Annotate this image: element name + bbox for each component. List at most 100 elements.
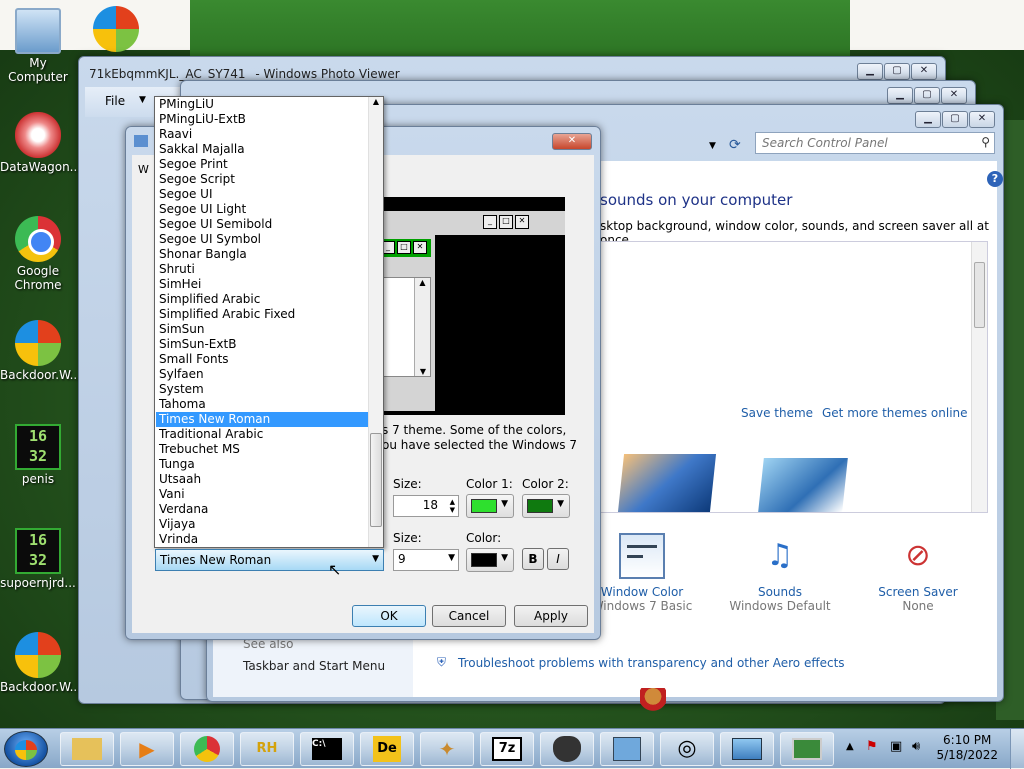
font-list-item[interactable]: Raavi — [156, 127, 368, 142]
font-list-item[interactable]: Utsaah — [156, 472, 368, 487]
taskbar-media-player[interactable]: ▶ — [120, 732, 174, 766]
font-list-item[interactable]: System — [156, 382, 368, 397]
font-list-item[interactable]: Simplified Arabic Fixed — [156, 307, 368, 322]
screen-saver-item[interactable]: ⊘ Screen Saver None — [863, 533, 973, 613]
desktop-icon-my-computer[interactable]: My Computer — [0, 8, 76, 84]
save-theme-link[interactable]: Save theme — [741, 406, 813, 420]
desktop-icon-supoernjrd[interactable]: 16 32 supoernjrd... — [0, 528, 76, 590]
font-list-item[interactable]: Small Fonts — [156, 352, 368, 367]
close-button[interactable]: ✕ — [911, 63, 937, 80]
taskbar-control-panel[interactable] — [600, 732, 654, 766]
taskbar-7zip[interactable]: 7z — [480, 732, 534, 766]
action-center-icon[interactable]: ⚑ — [866, 739, 878, 754]
apply-button[interactable]: Apply — [514, 605, 588, 627]
system-clock[interactable]: 6:10 PM 5/18/2022 — [936, 733, 998, 763]
desktop-icon-datawagon[interactable]: DataWagon... — [0, 112, 81, 174]
bold-button[interactable]: B — [522, 548, 544, 570]
taskbar-chrome[interactable] — [180, 732, 234, 766]
font-list-item[interactable]: Segoe UI Symbol — [156, 232, 368, 247]
taskbar-globe[interactable]: ◎ — [660, 732, 714, 766]
show-desktop-button[interactable] — [1010, 729, 1024, 769]
font-list-item[interactable]: Segoe UI — [156, 187, 368, 202]
font-list-item[interactable]: Vijaya — [156, 517, 368, 532]
font-color-picker[interactable]: ▼ — [466, 548, 514, 572]
themes-scrollbar[interactable] — [971, 242, 987, 512]
font-list-item[interactable]: PMingLiU-ExtB — [156, 112, 368, 127]
font-list-item[interactable]: SimSun-ExtB — [156, 337, 368, 352]
close-button[interactable]: ✕ — [969, 111, 995, 128]
ok-button[interactable]: OK — [352, 605, 426, 627]
cancel-button[interactable]: Cancel — [432, 605, 506, 627]
font-list-item[interactable]: Sakkal Majalla — [156, 142, 368, 157]
dialog-close-button[interactable]: ✕ — [552, 133, 592, 150]
maximize-button[interactable]: ▢ — [884, 63, 910, 80]
spinner-arrows-icon[interactable]: ▲ ▼ — [450, 498, 455, 514]
scrollbar-thumb[interactable] — [974, 262, 985, 328]
minimize-button[interactable]: ▁ — [857, 63, 883, 80]
font-select[interactable]: Times New Roman ▼ — [155, 549, 384, 571]
window-color-item[interactable]: Window Color Windows 7 Basic — [587, 533, 697, 613]
font-list-item[interactable]: Shonar Bangla — [156, 247, 368, 262]
theme-thumbnail[interactable] — [758, 458, 848, 512]
maximize-button[interactable]: ▢ — [914, 87, 940, 104]
taskbar-puzzle[interactable]: ✦ — [420, 732, 474, 766]
scroll-up-icon[interactable]: ▲ — [369, 97, 383, 106]
font-list-item[interactable]: Shruti — [156, 262, 368, 277]
font-list-item[interactable]: SimHei — [156, 277, 368, 292]
font-list-item[interactable]: Segoe UI Light — [156, 202, 368, 217]
font-list-item[interactable]: Trebuchet MS — [156, 442, 368, 457]
desktop-icon-penis[interactable]: 16 32 penis — [0, 424, 76, 486]
file-menu[interactable]: File — [105, 94, 125, 108]
show-hidden-icons[interactable]: ▲ — [846, 741, 854, 752]
minimize-button[interactable]: ▁ — [887, 87, 913, 104]
scrollbar-thumb[interactable] — [370, 433, 382, 527]
taskbar-rh[interactable]: RH — [240, 732, 294, 766]
font-list-item[interactable]: Vrinda — [156, 532, 368, 547]
italic-button[interactable]: I — [547, 548, 569, 570]
network-icon[interactable]: ▣ — [890, 739, 902, 754]
refresh-icon[interactable]: ⟳ — [729, 137, 741, 153]
item-size-spinner[interactable]: 18 ▲ ▼ — [393, 495, 459, 517]
font-list-item[interactable]: Segoe Print — [156, 157, 368, 172]
desktop-icon-chrome[interactable]: Google Chrome — [0, 216, 76, 292]
theme-thumbnail[interactable] — [617, 454, 717, 512]
desktop-icon-backdoor-2[interactable]: Backdoor.W... — [0, 632, 81, 694]
get-more-themes-link[interactable]: Get more themes online — [822, 406, 968, 420]
close-button[interactable]: ✕ — [941, 87, 967, 104]
taskbar-de[interactable]: De — [360, 732, 414, 766]
troubleshoot-link[interactable]: Troubleshoot problems with transparency … — [458, 656, 845, 670]
volume-icon[interactable]: 🔊︎ — [912, 739, 920, 754]
font-list-item[interactable]: Traditional Arabic — [156, 427, 368, 442]
font-list-item[interactable]: Times New Roman — [156, 412, 368, 427]
maximize-button[interactable]: ▢ — [942, 111, 968, 128]
font-list-item[interactable]: Verdana — [156, 502, 368, 517]
desktop-icon-backdoor-1[interactable]: Backdoor.W... — [0, 320, 81, 382]
font-list-item[interactable]: Segoe UI Semibold — [156, 217, 368, 232]
font-list-item[interactable]: Sylfaen — [156, 367, 368, 382]
color1-picker[interactable]: ▼ — [466, 494, 514, 518]
font-list-item[interactable]: Segoe Script — [156, 172, 368, 187]
taskbar-display[interactable] — [780, 732, 834, 766]
taskbar-wolf[interactable] — [540, 732, 594, 766]
sounds-item[interactable]: ♫ Sounds Windows Default — [725, 533, 835, 613]
font-list-item[interactable]: Tunga — [156, 457, 368, 472]
font-size-select[interactable]: 9 ▼ — [393, 549, 459, 571]
desktop-icon-windows[interactable] — [78, 6, 154, 54]
font-dropdown-list[interactable]: PMingLiU PMingLiU-ExtB Raavi Sakkal Majalla… — [154, 96, 384, 548]
themes-list[interactable]: Save theme Get more themes online — [600, 241, 988, 513]
start-button[interactable] — [4, 731, 48, 767]
taskbar-file-explorer[interactable] — [60, 732, 114, 766]
search-input[interactable]: Search Control Panel ⚲ — [755, 132, 995, 154]
font-list-item[interactable]: SimSun — [156, 322, 368, 337]
minimize-button[interactable]: ▁ — [915, 111, 941, 128]
taskbar-start-menu-link[interactable]: Taskbar and Start Menu — [243, 659, 385, 673]
help-icon[interactable]: ? — [987, 171, 1003, 187]
color2-picker[interactable]: ▼ — [522, 494, 570, 518]
font-list-item[interactable]: PMingLiU — [156, 97, 368, 112]
desktop-pet-icon[interactable] — [640, 688, 666, 716]
taskbar-photo-viewer[interactable] — [720, 732, 774, 766]
font-list[interactable]: PMingLiU PMingLiU-ExtB Raavi Sakkal Majalla… — [156, 97, 368, 547]
font-list-item[interactable]: Simplified Arabic — [156, 292, 368, 307]
font-list-item[interactable]: Tahoma — [156, 397, 368, 412]
font-list-scrollbar[interactable]: ▲ — [368, 97, 383, 547]
